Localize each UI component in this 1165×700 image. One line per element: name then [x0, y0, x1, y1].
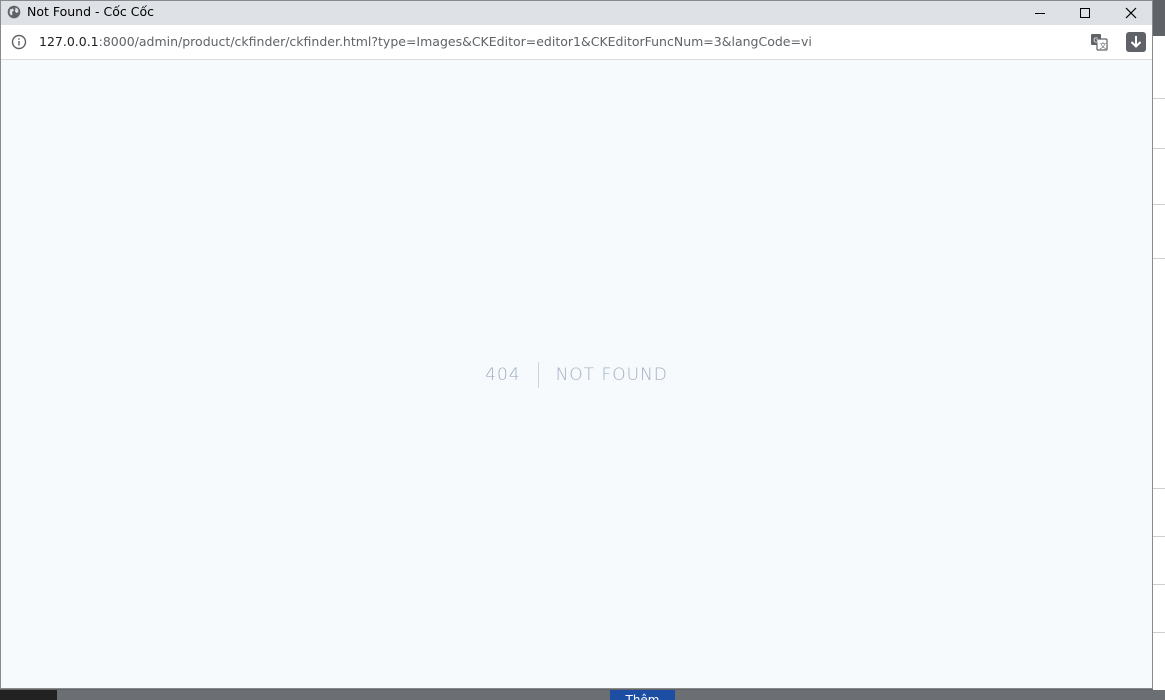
error-text: NOT FOUND	[555, 365, 668, 385]
background-divider	[1153, 488, 1165, 489]
translate-icon[interactable]: G 文	[1090, 33, 1108, 51]
url-path: :8000/admin/product/ckfinder/ckfinder.ht…	[98, 34, 812, 49]
background-divider	[1153, 98, 1165, 99]
info-icon[interactable]	[11, 34, 27, 50]
background-divider	[1153, 148, 1165, 149]
url-host: 127.0.0.1	[39, 34, 99, 49]
page-content: 404 NOT FOUND	[1, 60, 1152, 688]
add-button[interactable]: Thêm	[610, 690, 675, 700]
error-code: 404	[485, 365, 521, 385]
download-icon	[1130, 36, 1142, 48]
background-divider	[1153, 536, 1165, 537]
globe-icon	[7, 5, 21, 19]
background-sidebar	[0, 690, 57, 700]
background-divider	[1153, 632, 1165, 633]
browser-popup-window: Not Found - Cốc Cốc 127.0.0.1:8000/admin…	[0, 0, 1153, 689]
window-title: Not Found - Cốc Cốc	[27, 4, 154, 19]
background-divider	[1153, 584, 1165, 585]
close-icon	[1125, 7, 1137, 19]
background-page-right-strip	[1153, 36, 1165, 690]
maximize-button[interactable]	[1062, 1, 1108, 25]
svg-text:文: 文	[1100, 41, 1107, 50]
title-bar: Not Found - Cốc Cốc	[1, 1, 1152, 25]
minimize-icon	[1035, 13, 1045, 14]
download-button[interactable]	[1126, 32, 1146, 52]
minimize-button[interactable]	[1017, 1, 1063, 25]
error-message-block: 404 NOT FOUND	[1, 360, 1152, 390]
maximize-icon	[1080, 8, 1090, 18]
url-text[interactable]: 127.0.0.1:8000/admin/product/ckfinder/ck…	[39, 33, 812, 51]
svg-text:G: G	[1093, 37, 1098, 45]
background-divider	[1153, 258, 1165, 259]
close-button[interactable]	[1108, 1, 1154, 25]
address-bar[interactable]: 127.0.0.1:8000/admin/product/ckfinder/ck…	[1, 25, 1152, 60]
background-divider	[1153, 204, 1165, 205]
